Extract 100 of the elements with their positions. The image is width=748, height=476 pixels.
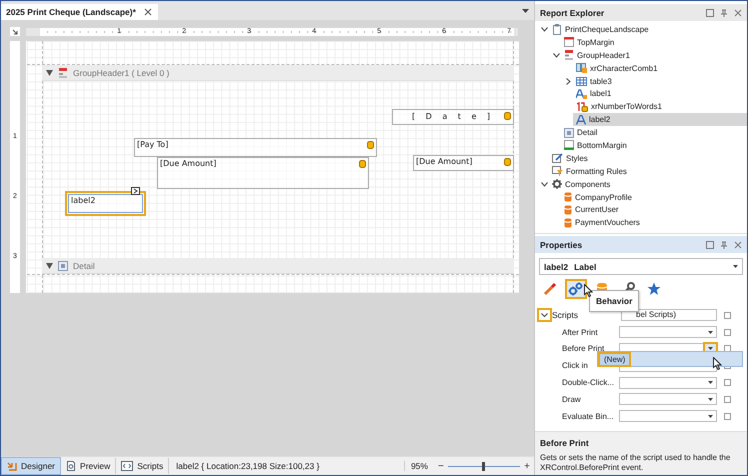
- category-tab[interactable]: [565, 279, 587, 299]
- rules-icon: [552, 166, 563, 176]
- chevron-down-icon[interactable]: [538, 309, 551, 322]
- caret-icon: [708, 398, 713, 401]
- tree-item[interactable]: CurrentUser: [561, 204, 747, 216]
- report-label[interactable]: [Due Amount]: [157, 157, 369, 189]
- report-icon: [552, 24, 562, 35]
- close-icon[interactable]: [734, 8, 742, 16]
- database-icon: [564, 218, 572, 228]
- reset-icon[interactable]: [724, 345, 731, 352]
- tree-item[interactable]: Styles: [549, 152, 747, 165]
- property-dropdown[interactable]: [619, 410, 717, 422]
- zoom-in-button[interactable]: +: [520, 460, 534, 472]
- close-icon[interactable]: [144, 8, 152, 16]
- chevron-down-icon[interactable]: [552, 52, 560, 58]
- view-tab[interactable]: Scripts: [116, 458, 170, 474]
- tree-item[interactable]: xrCharacterComb1: [573, 62, 747, 74]
- bottom-margin-icon: [564, 140, 574, 150]
- tree-item[interactable]: xrNumberToWords1: [573, 100, 747, 114]
- document-title: 2025 Print Cheque (Landscape)*: [6, 7, 136, 17]
- tooltip: Behavior: [589, 290, 640, 312]
- band-header[interactable]: Detail: [42, 258, 514, 274]
- slider-thumb[interactable]: [482, 462, 485, 470]
- reset-icon[interactable]: [724, 328, 731, 336]
- property-name: After Print: [561, 328, 598, 337]
- top-margin-icon: [564, 37, 574, 48]
- designer-icon: [7, 461, 17, 471]
- view-tab[interactable]: Preview: [61, 458, 116, 474]
- pin-icon[interactable]: [720, 240, 728, 248]
- tree-item[interactable]: table3: [573, 74, 747, 88]
- band-header[interactable]: GroupHeader1 ( Level 0 ): [42, 65, 514, 81]
- ruler-corner-icon: [10, 27, 20, 36]
- cursor-icon: [584, 284, 593, 297]
- caret-icon[interactable]: [522, 9, 529, 13]
- property-name: Before Print: [561, 344, 604, 354]
- brush-icon: [543, 282, 557, 296]
- object-selector[interactable]: label2 Label: [539, 258, 743, 275]
- property-name: Double-Click...: [561, 378, 614, 388]
- reset-icon[interactable]: [724, 412, 731, 420]
- tree-item[interactable]: TopMargin: [561, 36, 747, 49]
- chevron-down-icon[interactable]: [540, 182, 548, 187]
- caret-icon: [708, 330, 713, 334]
- tree-item[interactable]: Detail: [561, 126, 747, 139]
- tree-item[interactable]: GroupHeader1: [561, 48, 747, 62]
- property-name: Draw: [561, 394, 581, 404]
- code-icon: [121, 461, 134, 471]
- property-dropdown[interactable]: [619, 326, 717, 338]
- reset-icon[interactable]: [724, 396, 731, 403]
- database-icon: [564, 204, 572, 215]
- detail-icon: [58, 260, 68, 270]
- panel-title: Properties: [540, 240, 582, 250]
- selection-info: label2 { Location:23,198 Size:100,23 }: [175, 461, 320, 471]
- styles-icon: [552, 153, 563, 164]
- report-label[interactable]: [Due Amount]: [413, 155, 514, 171]
- property-dropdown[interactable]: [619, 393, 717, 406]
- view-tab[interactable]: Designer: [1, 457, 62, 475]
- tree-item[interactable]: BottomMargin: [561, 139, 747, 152]
- report-label[interactable]: [Pay To]: [134, 138, 377, 157]
- document-tab[interactable]: 2025 Print Cheque (Landscape)*: [1, 4, 158, 20]
- table-icon: [576, 76, 587, 86]
- comb-icon: [576, 63, 587, 74]
- database-icon: [564, 192, 572, 202]
- tree-item[interactable]: Formatting Rules: [549, 164, 747, 178]
- pin-icon[interactable]: [720, 8, 728, 16]
- tree-item[interactable]: label2: [573, 113, 747, 126]
- reset-icon[interactable]: [724, 379, 731, 386]
- chevron-right-icon[interactable]: [566, 78, 570, 84]
- property-name: Click in: [561, 361, 588, 370]
- panel-title: Report Explorer: [540, 8, 604, 18]
- star-icon: [647, 282, 661, 296]
- detail-icon: [564, 128, 574, 138]
- tree-item[interactable]: Components: [549, 178, 747, 190]
- tree-item[interactable]: label1: [573, 88, 747, 100]
- maximize-icon[interactable]: [706, 240, 714, 248]
- gears-icon: [568, 282, 584, 296]
- smart-tag-icon[interactable]: [131, 187, 140, 195]
- group-header-icon: [58, 68, 68, 78]
- tree-item[interactable]: PaymentVouchers: [561, 216, 747, 230]
- gear-icon: [552, 179, 562, 190]
- tree-item[interactable]: CompanyProfile: [561, 190, 747, 204]
- label-icon: [576, 114, 586, 125]
- maximize-icon[interactable]: [706, 8, 714, 16]
- collapse-icon[interactable]: [46, 70, 53, 76]
- reset-icon[interactable]: [724, 312, 731, 319]
- description-text: Gets or sets the name of the script used to handle the XRControl.BeforePrint event.: [540, 453, 732, 473]
- chevron-down-icon[interactable]: [540, 26, 548, 32]
- caret-icon: [733, 265, 738, 268]
- number-icon: [576, 102, 588, 112]
- label-icon: [576, 88, 587, 99]
- tree-item[interactable]: PrintChequeLandscape: [549, 23, 747, 36]
- zoom-out-button[interactable]: −: [434, 460, 448, 472]
- description-title: Before Print: [540, 438, 590, 448]
- dropdown-item[interactable]: (New): [598, 352, 632, 367]
- group-header-icon: [564, 50, 574, 60]
- zoom-value: 95%: [404, 461, 434, 471]
- report-label[interactable]: [ D a t e ]: [392, 109, 514, 125]
- close-icon[interactable]: [734, 240, 742, 248]
- collapse-icon[interactable]: [46, 262, 53, 268]
- report-label[interactable]: label2: [68, 194, 143, 213]
- property-dropdown[interactable]: [619, 376, 717, 389]
